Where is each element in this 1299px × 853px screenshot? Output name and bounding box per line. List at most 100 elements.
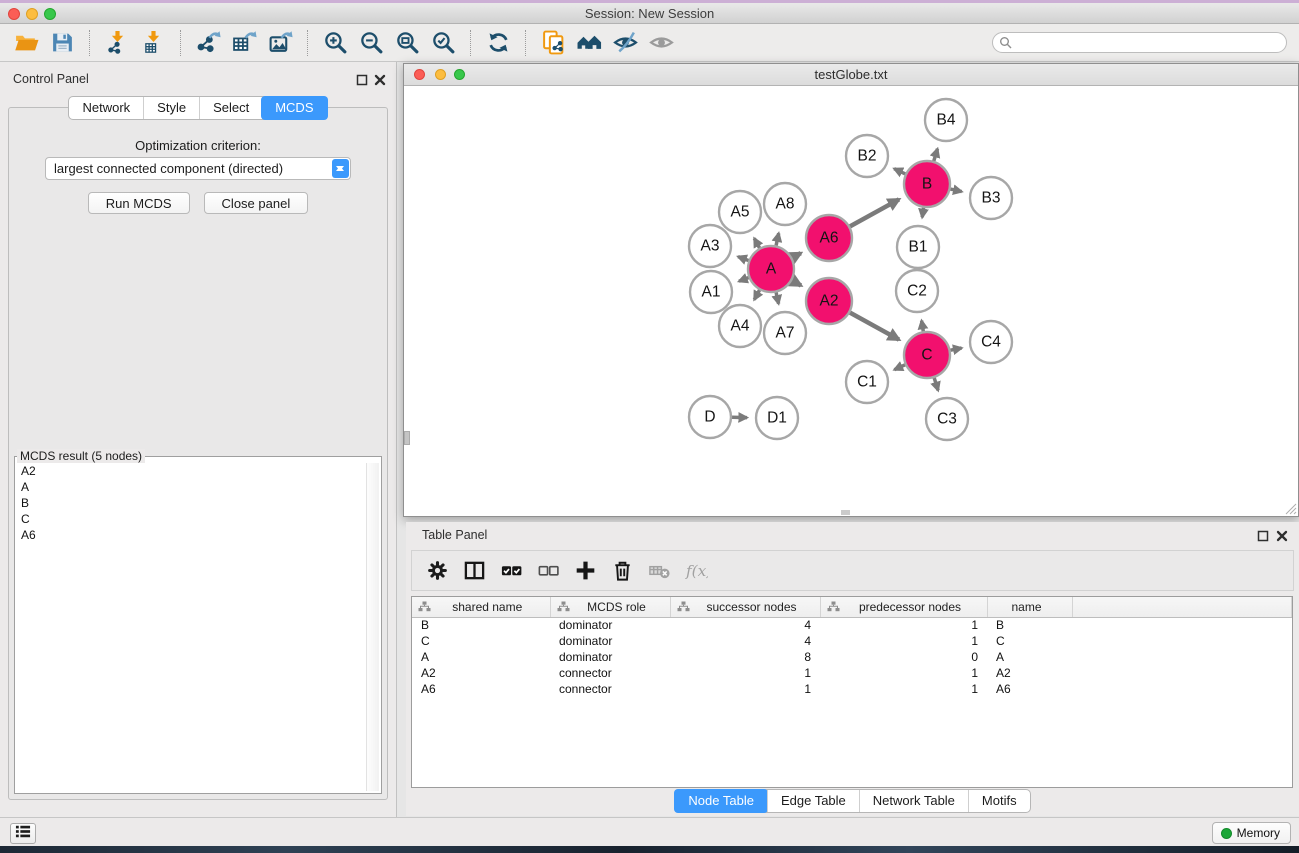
graph-edge-B-B4[interactable] [934,149,938,161]
graph-edge-A2-C[interactable] [850,313,899,340]
graph-edge-A-A5[interactable] [754,238,759,248]
import-table-icon[interactable] [138,28,168,58]
graph-node-A2[interactable]: A2 [806,278,852,324]
tab-mcds[interactable]: MCDS [261,96,327,120]
optimization-criterion-select[interactable]: largest connected component (directed) [45,157,351,180]
cell-name[interactable]: A6 [987,681,1072,697]
graph-node-B[interactable]: B [904,161,950,207]
run-mcds-button[interactable]: Run MCDS [88,192,190,214]
cell-successor-nodes[interactable]: 1 [670,665,820,681]
graph-node-B3[interactable]: B3 [970,177,1012,219]
table-tab-motifs[interactable]: Motifs [968,790,1030,812]
zoom-fit-icon[interactable] [392,28,422,58]
export-image-icon[interactable] [265,28,295,58]
zoom-selected-icon[interactable] [428,28,458,58]
graph-edge-A-A6[interactable] [792,253,801,258]
cell-predecessor-nodes[interactable]: 1 [820,681,987,697]
graph-node-C3[interactable]: C3 [926,398,968,440]
table-tab-edge-table[interactable]: Edge Table [767,790,859,812]
mcds-result-item[interactable]: B [17,495,365,511]
cell-predecessor-nodes[interactable]: 0 [820,649,987,665]
mcds-result-item[interactable]: A [17,479,365,495]
graph-node-B1[interactable]: B1 [897,226,939,268]
delete-columns-icon[interactable] [609,557,636,584]
graph-edge-A-A7[interactable] [776,292,779,303]
graph-node-D1[interactable]: D1 [756,397,798,439]
add-column-icon[interactable] [572,557,599,584]
graph-node-B4[interactable]: B4 [925,99,967,141]
network-window-titlebar[interactable]: testGlobe.txt [404,64,1298,86]
result-list-scrollbar[interactable] [366,463,379,791]
network-canvas[interactable]: B4B2BB3A8A5A6A3B1AC2A1A2A4A7C4CC1DD1C3 [404,86,1298,516]
graph-edge-A6-B[interactable] [850,199,899,226]
zoom-in-icon[interactable] [320,28,350,58]
cell-MCDS-role[interactable]: connector [550,665,670,681]
graph-edge-A-A2[interactable] [792,281,801,286]
graph-node-C2[interactable]: C2 [896,270,938,312]
tab-select[interactable]: Select [199,97,262,119]
graph-node-B2[interactable]: B2 [846,135,888,177]
task-history-button[interactable] [10,823,36,844]
cell-successor-nodes[interactable]: 8 [670,649,820,665]
cell-shared-name[interactable]: B [412,617,550,633]
cell-predecessor-nodes[interactable]: 1 [820,617,987,633]
float-panel-icon[interactable] [356,73,368,85]
graph-edge-A-A3[interactable] [738,257,748,261]
close-table-panel-icon[interactable] [1276,529,1288,541]
graph-edge-B-B2[interactable] [894,169,905,174]
mcds-result-item[interactable]: A6 [17,527,365,543]
cell-name[interactable]: A2 [987,665,1072,681]
settings-icon[interactable] [424,557,451,584]
cell-MCDS-role[interactable]: dominator [550,633,670,649]
graph-node-A1[interactable]: A1 [690,271,732,313]
cell-MCDS-role[interactable]: connector [550,681,670,697]
graph-node-A3[interactable]: A3 [689,225,731,267]
close-panel-button[interactable]: Close panel [204,192,309,214]
graph-edge-B-B1[interactable] [922,208,923,218]
graph-edge-C-C4[interactable] [951,348,962,350]
refresh-icon[interactable] [483,28,513,58]
vertical-scrollbar-thumb[interactable] [404,431,410,445]
graph-node-C[interactable]: C [904,332,950,378]
close-panel-icon[interactable] [374,73,386,85]
cell-predecessor-nodes[interactable]: 1 [820,665,987,681]
graph-node-A7[interactable]: A7 [764,312,806,354]
graph-node-A[interactable]: A [748,246,794,292]
cell-shared-name[interactable]: A [412,649,550,665]
column-header-name[interactable]: name [987,597,1072,617]
table-row[interactable]: Adominator80A [412,649,1292,665]
graph-edge-B-B3[interactable] [950,189,961,192]
table-row[interactable]: A2connector11A2 [412,665,1292,681]
import-network-icon[interactable] [102,28,132,58]
cell-shared-name[interactable]: C [412,633,550,649]
graph-node-C4[interactable]: C4 [970,321,1012,363]
cell-shared-name[interactable]: A6 [412,681,550,697]
graph-edge-A-A8[interactable] [776,233,779,245]
column-header-successor-nodes[interactable]: successor nodes [670,597,820,617]
cell-successor-nodes[interactable]: 1 [670,681,820,697]
cell-name[interactable]: B [987,617,1072,633]
graph-edge-C-C3[interactable] [934,378,938,391]
float-table-panel-icon[interactable] [1257,529,1269,541]
tab-network[interactable]: Network [69,97,143,119]
cell-shared-name[interactable]: A2 [412,665,550,681]
column-header-MCDS-role[interactable]: MCDS role [550,597,670,617]
graph-edge-A-A1[interactable] [739,278,749,282]
graph-node-A5[interactable]: A5 [719,191,761,233]
graph-edge-C-C2[interactable] [922,321,924,332]
table-tab-network-table[interactable]: Network Table [859,790,968,812]
folder-open-icon[interactable] [11,28,41,58]
network-from-selection-icon[interactable] [538,28,568,58]
table-tab-node-table[interactable]: Node Table [674,789,768,813]
cell-successor-nodes[interactable]: 4 [670,617,820,633]
cell-MCDS-role[interactable]: dominator [550,617,670,633]
cell-name[interactable]: C [987,633,1072,649]
graph-node-A4[interactable]: A4 [719,305,761,347]
column-header-predecessor-nodes[interactable]: predecessor nodes [820,597,987,617]
export-table-icon[interactable] [229,28,259,58]
select-all-columns-icon[interactable] [498,557,525,584]
graphics-details-icon[interactable] [610,28,640,58]
search-input[interactable] [1012,34,1286,51]
memory-button[interactable]: Memory [1212,822,1291,844]
save-icon[interactable] [47,28,77,58]
